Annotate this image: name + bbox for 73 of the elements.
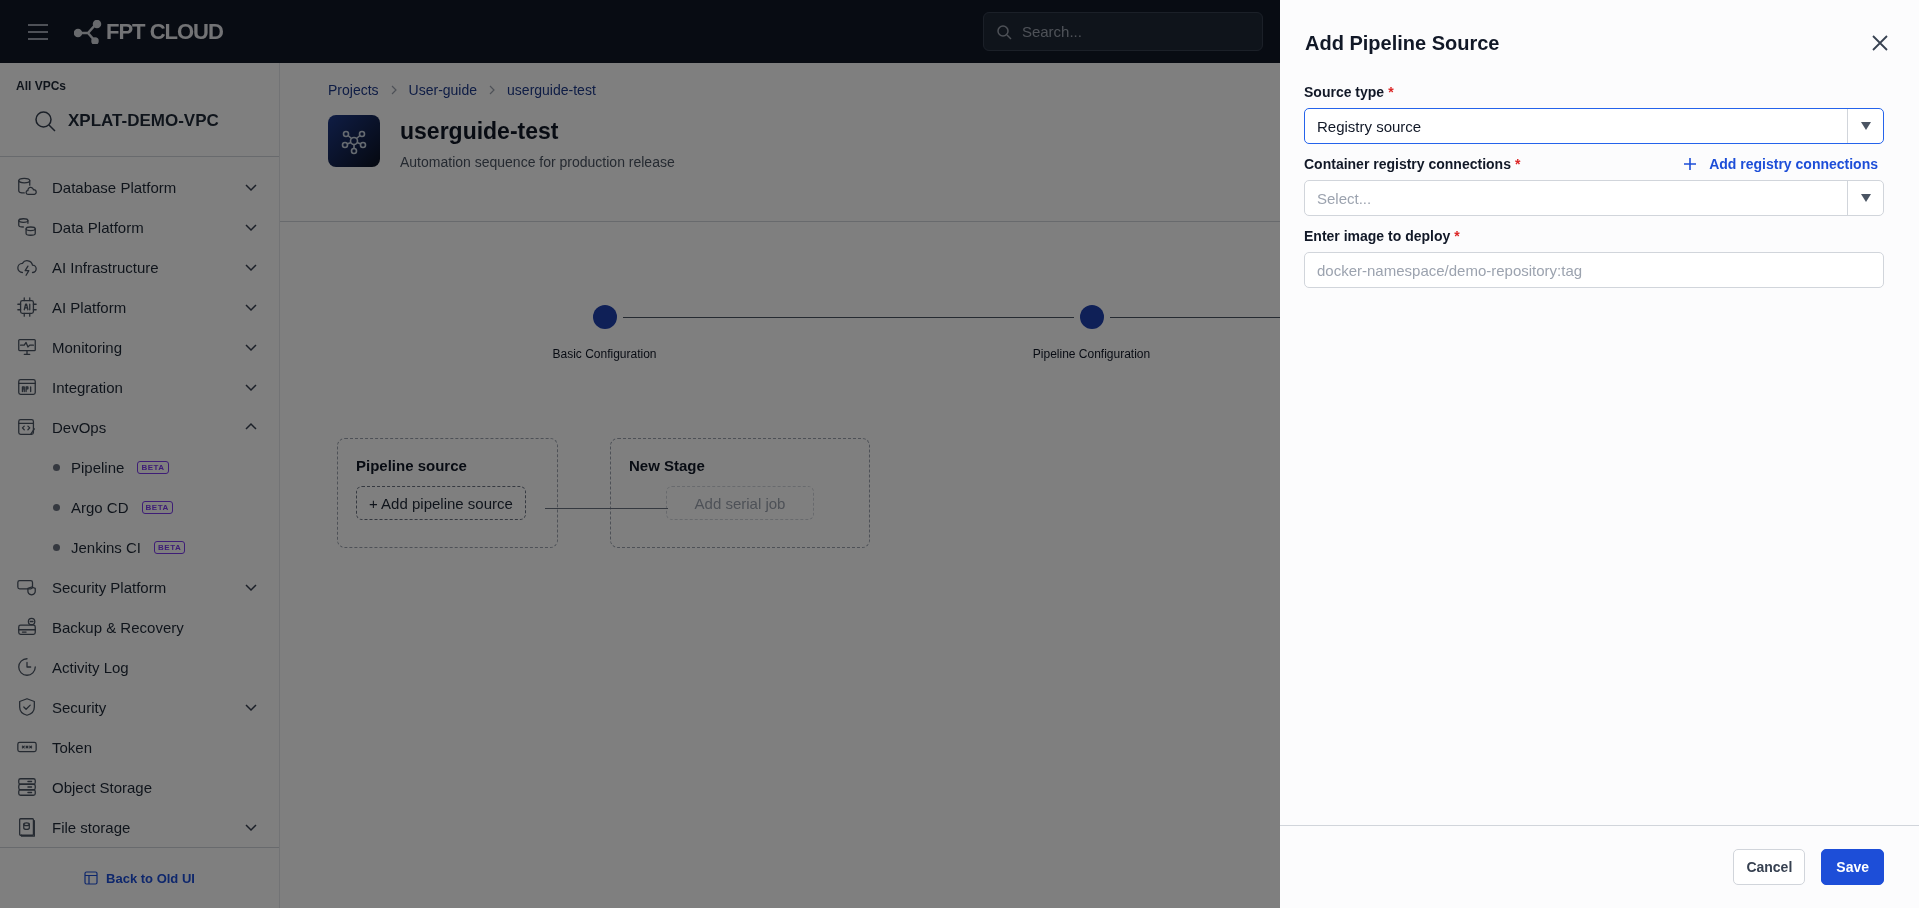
layout-icon — [84, 871, 99, 885]
sidebar-item[interactable]: Data Platform — [0, 207, 279, 247]
sidebar-item[interactable]: File storage — [0, 807, 279, 847]
stage-title: New Stage — [629, 457, 706, 474]
sidebar-subitem[interactable]: Argo CD BETA — [0, 487, 279, 527]
required-mark: * — [1388, 84, 1394, 100]
sidebar-item[interactable]: DevOps — [0, 407, 279, 447]
field-label: Container registry connections — [1304, 156, 1511, 172]
sidebar-item[interactable]: Database Platform — [0, 167, 279, 207]
beta-tag: BETA — [137, 460, 169, 474]
back-link[interactable]: Back to Old UI — [106, 870, 195, 886]
network-icon — [328, 115, 380, 167]
sidebar-item[interactable]: Backup & Recovery — [0, 607, 279, 647]
select-field[interactable]: Select... — [1304, 180, 1884, 216]
required-mark: * — [1454, 228, 1460, 244]
api-window-icon — [16, 376, 38, 398]
step-label: Pipeline Configuration — [1032, 347, 1151, 361]
required-mark: * — [1514, 156, 1521, 172]
database-cloud-icon — [16, 176, 38, 198]
step-circle — [1079, 305, 1104, 329]
chip-icon — [16, 296, 38, 318]
sidebar-item[interactable]: AI Platform — [0, 287, 279, 327]
bullet-icon — [53, 463, 60, 471]
step-label: Basic Configuration — [552, 347, 657, 361]
search-icon — [995, 23, 1012, 40]
server-icon — [16, 616, 38, 638]
select-field[interactable]: Registry source — [1304, 108, 1884, 144]
sidebar-item[interactable]: Activity Log — [0, 647, 279, 687]
logo-icon — [74, 19, 102, 44]
input-field[interactable]: docker-namespace/demo-repository:tag — [1304, 252, 1884, 288]
file-icon — [16, 816, 38, 838]
primary-button[interactable]: Save — [1821, 849, 1884, 885]
plus-icon — [1683, 157, 1698, 171]
stage-action-button[interactable]: + Add pipeline source — [356, 486, 526, 520]
sidebar-item[interactable]: Security — [0, 687, 279, 727]
sidebar-item[interactable]: Object Storage — [0, 767, 279, 807]
breadcrumb-link[interactable]: Projects — [328, 82, 379, 98]
vpc-name[interactable]: XPLAT-DEMO-VPC — [68, 111, 219, 131]
sidebar-item[interactable]: Security Platform — [0, 567, 279, 607]
stage-title: Pipeline source — [356, 457, 468, 474]
add-link[interactable]: Add registry connections — [1683, 156, 1878, 172]
clock-icon — [16, 656, 38, 678]
search-field[interactable]: Search... — [982, 12, 1263, 51]
sidebar-item[interactable]: Integration — [0, 367, 279, 407]
logo[interactable]: FPT CLOUD — [74, 18, 223, 45]
step-circle — [592, 305, 617, 329]
breadcrumb-link[interactable]: User-guide — [408, 82, 478, 98]
page-description: Automation sequence for production release — [400, 154, 675, 170]
vpc-label: All VPCs — [16, 79, 67, 93]
bullet-icon — [53, 503, 60, 511]
field-label: Source type — [1304, 84, 1385, 100]
code-window-icon — [16, 416, 38, 438]
sidebar-subitem[interactable]: Jenkins CI BETA — [0, 527, 279, 567]
drawer-title: Add Pipeline Source — [1305, 31, 1500, 55]
sidebar-item[interactable]: Monitoring — [0, 327, 279, 367]
field-label: Enter image to deploy — [1304, 228, 1451, 244]
secondary-button[interactable]: Cancel — [1733, 849, 1806, 885]
beta-tag: BETA — [154, 540, 186, 554]
breadcrumb-link[interactable]: userguide-test — [507, 82, 596, 98]
search-icon[interactable] — [34, 110, 56, 132]
sidebar-subitem[interactable]: Pipeline BETA — [0, 447, 279, 487]
caret-icon — [1860, 122, 1871, 130]
storage-icon — [16, 776, 38, 798]
shield-check-icon — [16, 696, 38, 718]
monitor-icon — [16, 336, 38, 358]
database-icon — [16, 216, 38, 238]
modal-backdrop[interactable] — [0, 0, 1280, 908]
beta-tag: BETA — [141, 500, 173, 514]
sidebar-item[interactable]: Token — [0, 727, 279, 767]
sidebar-item[interactable]: AI Infrastructure — [0, 247, 279, 287]
page-title: userguide-test — [400, 118, 560, 145]
caret-icon — [1860, 194, 1871, 202]
bullet-icon — [53, 543, 60, 551]
